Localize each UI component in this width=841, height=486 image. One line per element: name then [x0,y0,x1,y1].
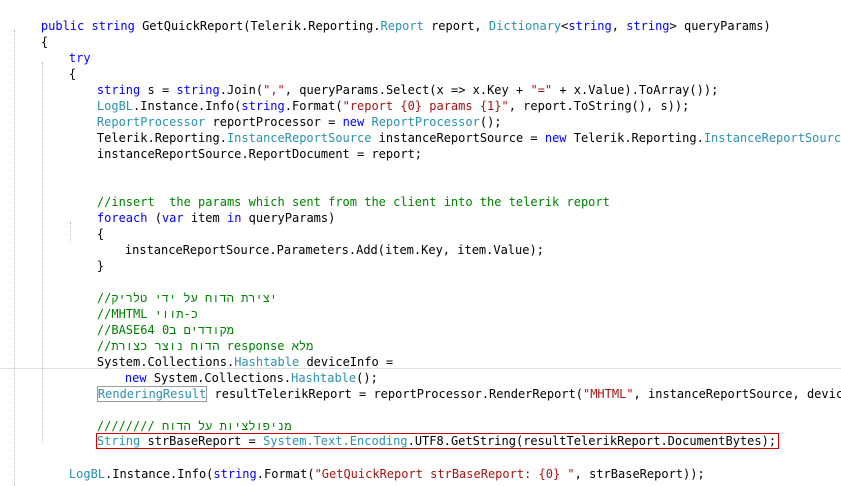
code-line-10[interactable]: //insert the params which sent from the … [68,178,610,209]
code-text: instanceReportSource.Parameters.Add(item… [124,243,544,257]
code-text: , [611,19,627,33]
code-line-11[interactable]: foreach (var item in queryParams) [68,194,335,225]
code-line-21[interactable]: RenderingResult resultTelerikReport = re… [68,370,841,402]
code-line-3[interactable]: try [40,34,91,65]
code-line-23[interactable]: String strBaseReport = System.Text.Encod… [67,417,780,449]
keyword: string [626,19,670,33]
code-line-17[interactable]: //BASE64 מקודדים ב0 [68,306,234,337]
code-line-12[interactable]: { [68,210,104,241]
code-line-5[interactable]: string s = string.Join(",", queryParams.… [68,66,718,97]
code-line-2[interactable]: { [12,18,48,49]
type-name: Report [380,19,424,33]
code-text: .UTF8.GetString(resultTelerikReport.Docu… [407,434,777,448]
code-line-16[interactable]: //MHTML כ-תווי [68,290,198,321]
keyword: var [161,211,184,225]
keyword: in [226,211,242,225]
code-line-4[interactable]: { [40,50,76,81]
code-text: instanceReportSource.ReportDocument = re… [96,147,423,161]
code-line-6[interactable]: LogBL.Instance.Info(string.Format("repor… [68,82,689,113]
code-text: resultTelerikReport = reportProcessor.Re… [207,387,583,401]
type-name: Dictionary [488,19,562,33]
code-line-13[interactable]: instanceReportSource.Parameters.Add(item… [96,226,544,257]
code-line-24[interactable]: LogBL.Instance.Info(string.Format("GetQu… [40,450,705,481]
code-line-8[interactable]: Telerik.Reporting.InstanceReportSource i… [68,114,841,145]
code-text: > queryParams) [669,19,771,33]
code-text: .Instance.Info( [105,467,214,481]
code-text: , strBaseReport)); [574,467,705,481]
code-line-18[interactable]: //הדוח נוצר כצורת response מלא [68,322,313,353]
type-name: RenderingResult [96,386,208,402]
code-line-7[interactable]: ReportProcessor reportProcessor = new Re… [68,98,502,129]
code-text: GetQuickReport(Telerik.Reporting. [134,19,381,33]
indent-guide [42,62,43,442]
code-text: ( [147,211,162,225]
code-text: queryParams) [241,211,336,225]
code-text: , instanceReportSource, deviceInfo); [633,387,841,401]
code-line-15[interactable]: //יצירת הדוח על ידי טלריק [68,274,277,305]
keyword: string [213,467,257,481]
code-line-9[interactable]: instanceReportSource.ReportDocument = re… [68,130,422,161]
indent-guide [14,30,15,486]
code-text: Telerik.Reporting. [566,131,704,145]
code-text: , report.ToString(), s)); [508,99,690,113]
code-line-14[interactable]: } [68,242,104,273]
code-editor[interactable]: public string GetQuickReport(Telerik.Rep… [0,0,841,486]
code-line-1[interactable]: public string GetQuickReport(Telerik.Rep… [12,2,771,33]
type-name: System.Text.Encoding [263,434,408,448]
string-literal: "MHTML" [582,387,634,401]
keyword: string [568,19,612,33]
code-text: report, [423,19,489,33]
code-line-20[interactable]: new System.Collections.Hashtable(); [96,354,378,385]
type-name: String [96,434,141,448]
brace: } [96,259,105,273]
type-name: LogBL [68,467,106,481]
string-literal: "GetQuickReport strBaseReport: {0} " [314,467,575,481]
keyword: new [544,131,567,145]
keyword: string [91,19,135,33]
highlighted-statement[interactable]: String strBaseReport = System.Text.Encod… [95,433,780,449]
code-text: item [183,211,227,225]
code-line-22[interactable]: //////// מניפולציות על הדוח [68,402,292,433]
code-line-19[interactable]: System.Collections.Hashtable deviceInfo … [68,338,393,369]
keyword: foreach [96,211,148,225]
code-text: .Format( [256,467,315,481]
code-text: strBaseReport = [140,434,264,448]
type-name: InstanceReportSource [703,131,841,145]
